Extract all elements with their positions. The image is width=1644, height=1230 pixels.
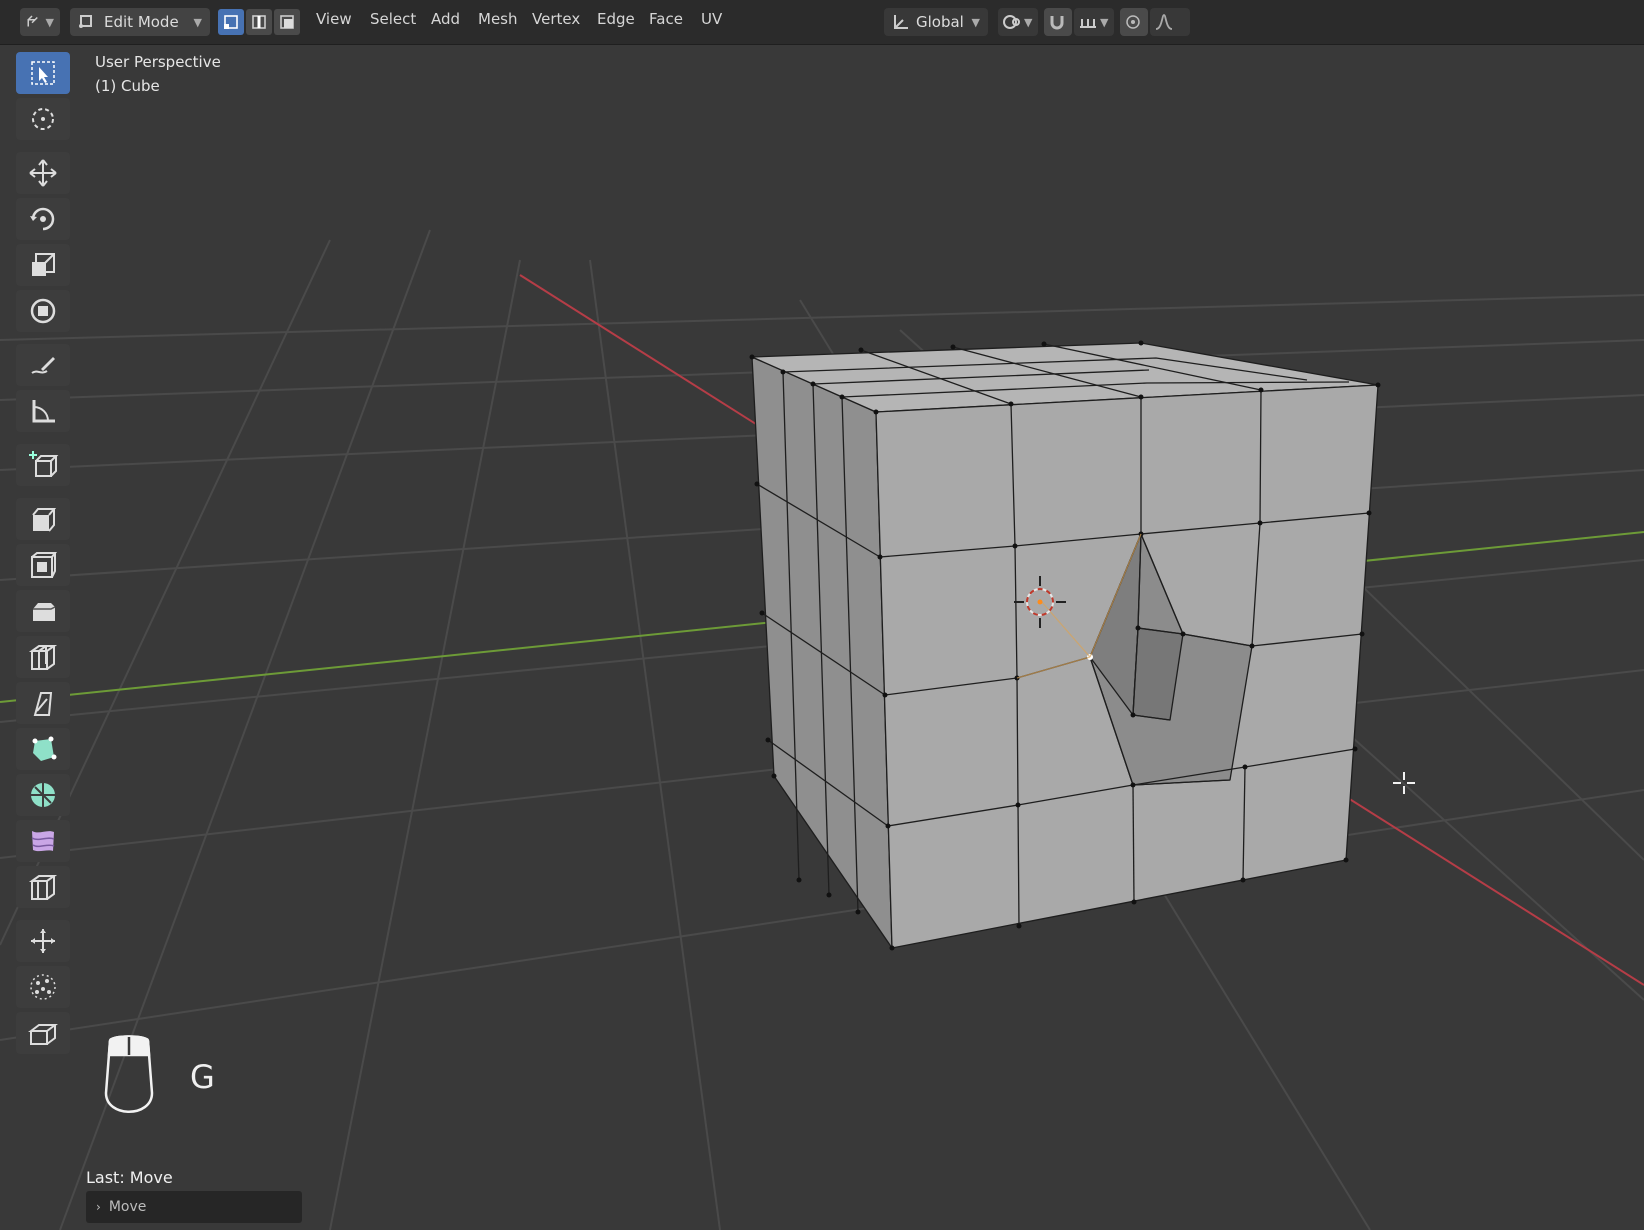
- menu-select[interactable]: Select: [370, 10, 416, 28]
- cursor-icon: [32, 108, 54, 130]
- randomize-icon: [30, 974, 56, 1000]
- edge-select-button[interactable]: [246, 9, 272, 35]
- mouse-icon: [104, 1035, 154, 1113]
- snap-target-dropdown[interactable]: ▼: [1074, 8, 1114, 36]
- randomize-tool[interactable]: [16, 966, 70, 1008]
- transform-tool[interactable]: [16, 290, 70, 332]
- face-select-button[interactable]: [274, 9, 300, 35]
- last-operator-panel: Last: Move › Move: [86, 1168, 302, 1223]
- inset-icon: [31, 552, 57, 578]
- mode-label: Edit Mode: [104, 13, 179, 31]
- menu-uv[interactable]: UV: [701, 10, 722, 28]
- select-mode-group: [218, 8, 302, 36]
- knife-tool[interactable]: [16, 682, 70, 724]
- extrude-tool[interactable]: [16, 498, 70, 540]
- edge-slide-tool[interactable]: [16, 866, 70, 908]
- falloff-curve-icon: [1155, 14, 1173, 30]
- edge-select-icon: [252, 15, 266, 29]
- orientation-icon: [894, 15, 908, 29]
- magnet-icon: [1050, 16, 1064, 30]
- select-box-tool[interactable]: [16, 52, 70, 94]
- select-box-icon: [31, 61, 55, 85]
- cube-mesh[interactable]: [751, 342, 1379, 949]
- editor-type-dropdown[interactable]: ▼: [20, 8, 60, 36]
- mode-dropdown[interactable]: Edit Mode ▼: [70, 8, 210, 36]
- pivot-icon: [1003, 15, 1020, 29]
- spin-icon: [31, 783, 55, 807]
- scale-icon: [32, 253, 55, 276]
- menu-add[interactable]: Add: [431, 10, 460, 28]
- editor-type-icon: [27, 15, 38, 27]
- menu-face[interactable]: Face: [649, 10, 683, 28]
- operator-panel-toggle[interactable]: › Move: [86, 1191, 302, 1223]
- proportional-edit-icon: [1126, 15, 1140, 29]
- active-object-name: (1) Cube: [95, 77, 160, 95]
- menu-edge[interactable]: Edge: [597, 10, 635, 28]
- shrink-fatten-icon: [31, 929, 55, 953]
- smooth-tool[interactable]: [16, 820, 70, 862]
- vertex-select-icon: [224, 15, 238, 29]
- loop-cut-tool[interactable]: [16, 636, 70, 678]
- snap-toggle[interactable]: [1044, 8, 1072, 36]
- vertex-select-button[interactable]: [218, 9, 244, 35]
- move-tool[interactable]: [16, 152, 70, 194]
- rotate-tool[interactable]: [16, 198, 70, 240]
- add-cube-tool[interactable]: [16, 444, 70, 486]
- poly-build-icon: [32, 736, 57, 761]
- extrude-icon: [32, 508, 57, 532]
- menu-vertex[interactable]: Vertex: [532, 10, 580, 28]
- pivot-dropdown[interactable]: ▼: [998, 8, 1038, 36]
- annotate-icon: [31, 357, 55, 374]
- move-icon: [29, 159, 57, 187]
- key-hint: G: [190, 1058, 215, 1096]
- edge-slide-icon: [28, 875, 58, 900]
- edit-mode-icon: [79, 15, 92, 28]
- poly-build-tool[interactable]: [16, 728, 70, 770]
- measure-icon: [32, 400, 55, 423]
- measure-tool[interactable]: [16, 390, 70, 432]
- bevel-icon: [33, 603, 56, 621]
- rip-icon: [28, 1024, 58, 1045]
- smooth-icon: [31, 831, 55, 852]
- inset-tool[interactable]: [16, 544, 70, 586]
- loop-cut-icon: [28, 645, 58, 670]
- cursor-tool[interactable]: [16, 98, 70, 140]
- knife-icon: [33, 692, 53, 716]
- menu-mesh[interactable]: Mesh: [478, 10, 518, 28]
- menu-view[interactable]: View: [316, 10, 352, 28]
- rip-tool[interactable]: [16, 1012, 70, 1054]
- scale-tool[interactable]: [16, 244, 70, 286]
- proportional-edit-toggle[interactable]: [1120, 8, 1148, 36]
- falloff-dropdown[interactable]: [1150, 8, 1190, 36]
- last-operator-title: Last: Move: [86, 1168, 173, 1187]
- view-name: User Perspective: [95, 53, 221, 71]
- 3d-viewport[interactable]: [0, 44, 1644, 1230]
- shrink-fatten-tool[interactable]: [16, 920, 70, 962]
- snap-increment-icon: [1080, 19, 1096, 28]
- viewport-header: ▼ Edit Mode ▼ View Select Add Mesh Verte…: [0, 0, 1644, 45]
- transform-icon: [30, 298, 56, 324]
- bevel-tool[interactable]: [16, 590, 70, 632]
- rotate-icon: [30, 207, 55, 231]
- orientation-dropdown[interactable]: Global ▼: [884, 8, 988, 36]
- spin-tool[interactable]: [16, 774, 70, 816]
- operator-panel-label: Move: [108, 1199, 147, 1215]
- chevron-right-icon: ›: [96, 1200, 101, 1214]
- add-cube-icon: [29, 451, 59, 477]
- annotate-tool[interactable]: [16, 344, 70, 386]
- face-select-icon: [280, 15, 294, 29]
- orientation-label: Global: [916, 13, 964, 31]
